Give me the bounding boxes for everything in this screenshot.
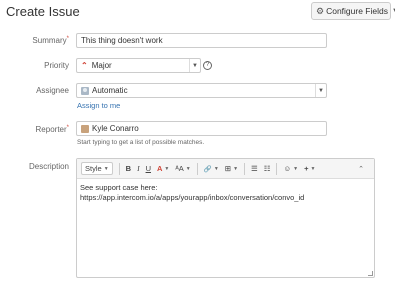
emoticon-icon: ☺ xyxy=(283,164,292,173)
description-editor[interactable]: Style ▼ B I U A ▼ ᴬA ▼ 🔗 ▼ ⊞ ▼ ☰ ☷ ☺ ▼ + ▼ xyxy=(76,158,375,278)
description-line: See support case here: xyxy=(80,183,158,192)
assignee-label: Assignee xyxy=(36,86,69,95)
toolbar-divider xyxy=(244,162,246,175)
configure-fields-label: Configure Fields xyxy=(326,6,388,16)
page-title: Create Issue xyxy=(6,4,80,19)
plus-icon: + xyxy=(304,164,309,173)
attachment-icon: ⊞ xyxy=(224,164,232,173)
description-label: Description xyxy=(28,162,69,171)
link-button[interactable]: 🔗 ▼ xyxy=(204,165,219,173)
help-icon[interactable]: ? xyxy=(203,61,212,70)
chevron-down-icon: ▼ xyxy=(164,165,170,172)
text-size-button[interactable]: ᴬA ▼ xyxy=(175,164,190,173)
priority-label: Priority xyxy=(44,61,69,70)
chevron-down-icon: ▼ xyxy=(189,59,200,72)
toolbar-divider xyxy=(118,162,120,175)
reporter-hint: Start typing to get a list of possible m… xyxy=(77,139,205,146)
description-line: https://app.intercom.io/a/apps/yourapp/i… xyxy=(80,193,305,202)
chevron-down-icon: ▼ xyxy=(213,165,219,172)
numbered-list-button[interactable]: ☷ xyxy=(264,164,271,173)
summary-label: Summary* xyxy=(32,36,69,45)
required-marker: * xyxy=(66,125,69,131)
chevron-down-icon: ▼ xyxy=(293,165,299,172)
editor-toolbar: Style ▼ B I U A ▼ ᴬA ▼ 🔗 ▼ ⊞ ▼ ☰ ☷ ☺ ▼ + ▼ xyxy=(77,159,374,179)
bullet-list-button[interactable]: ☰ xyxy=(251,164,258,173)
collapse-toolbar-button[interactable]: ⌃ xyxy=(358,165,364,173)
gear-icon: ⚙ xyxy=(316,5,325,16)
double-chevron-up-icon: ⌃ xyxy=(81,61,88,70)
numbered-list-icon: ☷ xyxy=(263,164,271,173)
underline-button[interactable]: U xyxy=(146,164,151,173)
chevron-down-icon: ▼ xyxy=(233,165,239,172)
chevron-up-icon: ⌃ xyxy=(358,165,364,173)
chevron-down-icon: ▼ xyxy=(103,165,109,172)
bold-button[interactable]: B xyxy=(126,164,131,173)
emoticon-button[interactable]: ☺ ▼ xyxy=(283,164,298,173)
reporter-label: Reporter* xyxy=(35,125,69,134)
description-textarea[interactable]: See support case here: https://app.inter… xyxy=(77,179,374,207)
reporter-input[interactable]: Kyle Conarro xyxy=(76,121,327,136)
resize-handle[interactable] xyxy=(368,271,373,276)
insert-more-button[interactable]: + ▼ xyxy=(304,164,315,173)
italic-button[interactable]: I xyxy=(137,164,140,173)
bullet-list-icon: ☰ xyxy=(251,164,258,173)
attachment-button[interactable]: ⊞ ▼ xyxy=(225,164,238,173)
avatar xyxy=(81,124,89,133)
chevron-down-icon: ▼ xyxy=(310,165,316,172)
assignee-select[interactable]: Automatic ▼ xyxy=(76,83,327,98)
avatar-icon xyxy=(81,86,89,95)
chevron-down-icon: ▼ xyxy=(185,165,191,172)
toolbar-divider xyxy=(276,162,278,175)
summary-input[interactable]: This thing doesn't work xyxy=(76,33,327,48)
priority-select[interactable]: ⌃ Major ▼ xyxy=(76,58,201,73)
link-icon: 🔗 xyxy=(203,165,212,173)
toolbar-divider xyxy=(196,162,198,175)
configure-fields-button[interactable]: ⚙ Configure Fields ▼ xyxy=(311,2,395,20)
required-marker: * xyxy=(66,36,69,42)
text-color-button[interactable]: A ▼ xyxy=(157,164,169,173)
assign-to-me-link[interactable]: Assign to me xyxy=(77,101,120,110)
style-dropdown[interactable]: Style ▼ xyxy=(81,162,113,175)
chevron-down-icon: ▼ xyxy=(315,84,326,97)
